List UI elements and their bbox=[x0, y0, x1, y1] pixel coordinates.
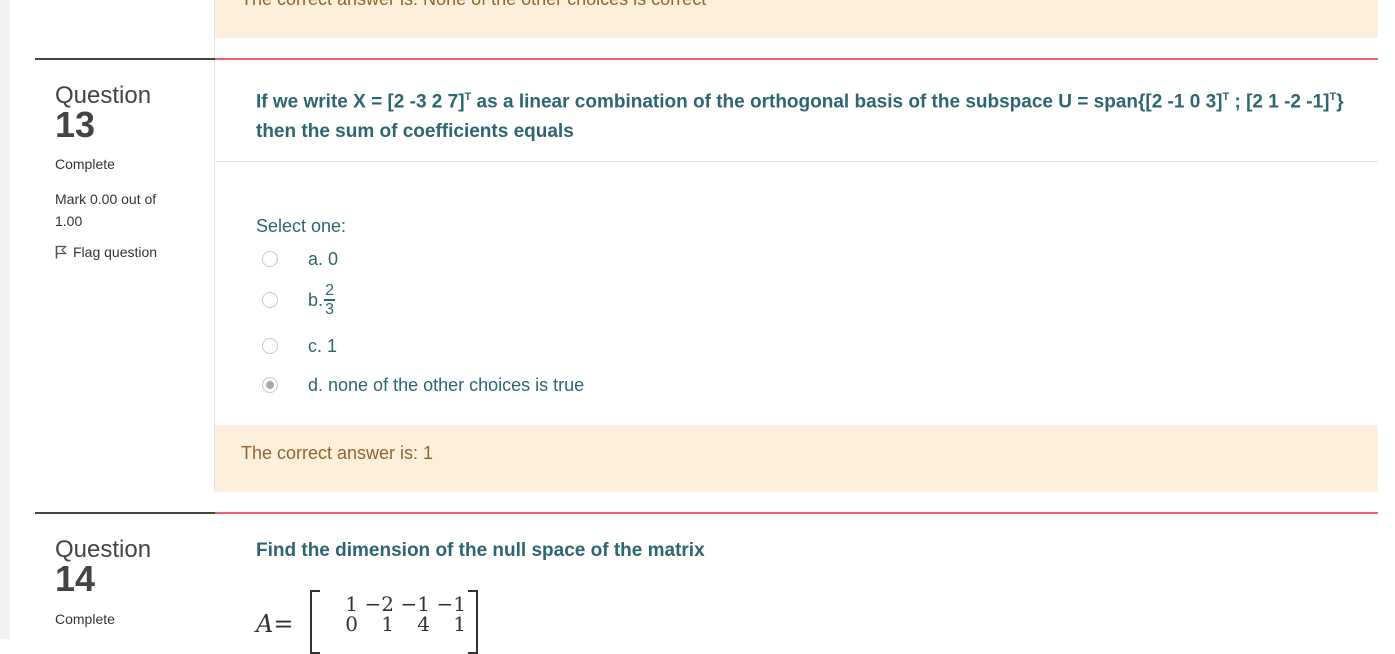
question-content-rule bbox=[215, 58, 1378, 60]
matrix-cell: 0 bbox=[345, 612, 358, 636]
page-left-gutter bbox=[0, 0, 10, 639]
matrix-cell: 1 bbox=[381, 612, 394, 636]
question-text-separator bbox=[215, 161, 1378, 162]
previous-question-feedback: The correct answer is: None of the other… bbox=[215, 0, 1378, 38]
matrix-lhs: A= bbox=[256, 610, 293, 638]
answer-option-c[interactable]: c. 1 bbox=[262, 336, 337, 356]
matrix-name: A bbox=[256, 610, 274, 638]
option-a-radio[interactable] bbox=[262, 251, 278, 267]
matrix-left-bracket bbox=[310, 590, 320, 654]
flag-icon bbox=[55, 245, 67, 259]
matrix-right-bracket bbox=[468, 590, 478, 654]
equals-sign: = bbox=[273, 610, 294, 638]
question-number: 14 bbox=[55, 558, 96, 599]
select-one-prompt: Select one: bbox=[256, 216, 347, 236]
question-text-part: ; [2 1 -2 -1] bbox=[1229, 91, 1330, 113]
question-text-part: } bbox=[1336, 91, 1344, 113]
column-divider bbox=[214, 0, 215, 492]
option-d-radio[interactable] bbox=[262, 377, 278, 393]
option-c-label[interactable]: c. 1 bbox=[308, 336, 337, 357]
option-d-label[interactable]: d. none of the other choices is true bbox=[308, 375, 584, 396]
option-c-radio[interactable] bbox=[262, 338, 278, 354]
question-feedback: The correct answer is: 1 bbox=[215, 425, 1378, 492]
question-text-part: If we write X = [2 -3 2 7] bbox=[256, 91, 465, 113]
question-grade: Mark 0.00 out of 1.00 bbox=[55, 191, 157, 229]
option-a-label[interactable]: a. 0 bbox=[308, 249, 338, 270]
question-state: Complete bbox=[55, 611, 115, 627]
question-info-rule bbox=[35, 58, 215, 60]
answer-option-b[interactable]: b. 2 3 bbox=[262, 283, 336, 317]
option-b-radio[interactable] bbox=[262, 292, 278, 308]
question-text-line-2: then the sum of coefficients equals bbox=[256, 121, 574, 143]
question-text: If we write X = [2 -3 2 7]T as a linear … bbox=[256, 82, 1366, 147]
matrix-cell: 1 bbox=[453, 612, 466, 636]
flag-question-label: Flag question bbox=[73, 244, 158, 260]
fraction-denominator: 3 bbox=[325, 300, 334, 318]
matrix-cell: 4 bbox=[417, 612, 430, 636]
previous-feedback-text: The correct answer is: None of the other… bbox=[241, 0, 706, 10]
question-text: Find the dimension of the null space of … bbox=[256, 540, 705, 561]
question-text-line-1: If we write X = [2 -3 2 7]T as a linear … bbox=[256, 82, 1366, 117]
option-b-label[interactable]: b. 2 3 bbox=[308, 282, 336, 318]
answer-option-d[interactable]: d. none of the other choices is true bbox=[262, 375, 584, 395]
matrix-row-2: 0 1 4 1 bbox=[322, 612, 466, 636]
question-text-part: as a linear combination of the orthogona… bbox=[471, 91, 1223, 113]
question-number: 13 bbox=[55, 104, 96, 145]
question-info-rule bbox=[35, 512, 215, 514]
answer-option-a[interactable]: a. 0 bbox=[262, 249, 338, 269]
option-b-prefix: b. bbox=[308, 289, 324, 310]
correct-answer-text: The correct answer is: 1 bbox=[241, 443, 434, 463]
fraction-numerator: 2 bbox=[325, 282, 334, 300]
flag-question-link[interactable]: Flag question bbox=[55, 244, 157, 260]
question-state: Complete bbox=[55, 156, 115, 172]
option-b-fraction: 2 3 bbox=[324, 282, 336, 318]
question-content-rule bbox=[215, 512, 1378, 514]
